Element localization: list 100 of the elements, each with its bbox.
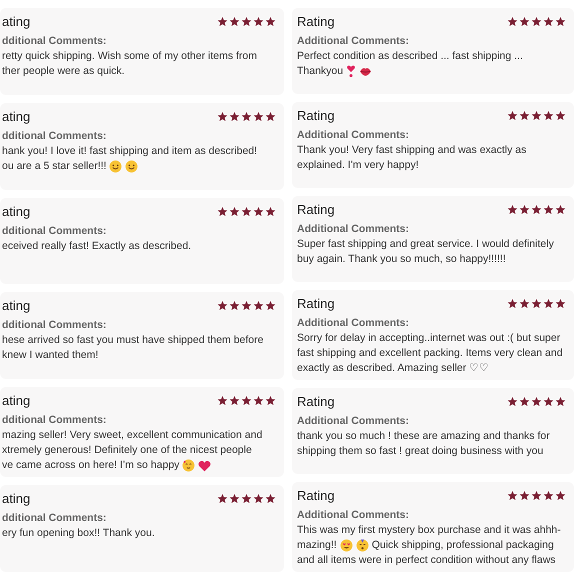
comment-text: Perfect condition as described ... fast shipping ... xyxy=(297,49,523,64)
heart-icon xyxy=(198,460,212,472)
comments-label: Additional Comments: xyxy=(297,223,410,235)
comments-label: Additional Comments: xyxy=(297,415,410,427)
star-icon xyxy=(555,204,566,215)
star-icon xyxy=(241,300,252,312)
comment-text: fast shipping and excellent packing. Items very clean and xyxy=(297,346,563,361)
star-icon xyxy=(265,395,276,406)
rating-title: ating xyxy=(2,393,30,408)
comments-label: dditional Comments: xyxy=(2,414,108,426)
comment-text: knew I wanted them! xyxy=(2,348,98,364)
star-icon xyxy=(229,395,240,406)
star-icon xyxy=(217,493,228,504)
rating-title: ating xyxy=(2,14,30,29)
comment-text: hank you! I love it! fast shipping and item as described! xyxy=(2,144,258,159)
star-icon xyxy=(531,110,542,121)
comments-label: dditional Comments: xyxy=(2,319,108,332)
comment-text: explained. I'm very happy! xyxy=(297,158,419,173)
star-icon xyxy=(265,300,276,312)
star-icon xyxy=(265,110,276,122)
rating-title: Rating xyxy=(297,488,335,503)
star-icon xyxy=(253,395,264,406)
rating-title: Rating xyxy=(297,202,335,217)
comment-text: ve came across on here! I’m so happy xyxy=(2,458,180,474)
star-icon xyxy=(519,16,530,27)
star-icon xyxy=(241,206,252,217)
comment-text: buy again. Thank you so much, so happy!!!!!! xyxy=(297,252,506,267)
star-icon xyxy=(217,110,228,122)
star-icon xyxy=(507,110,518,121)
star-icon xyxy=(241,493,252,504)
star-icon xyxy=(241,395,252,406)
comments-label: dditional Comments: xyxy=(2,224,108,237)
comment-text: eceived really fast! Exactly as described. xyxy=(2,238,192,254)
comments-label: Additional Comments: xyxy=(297,129,410,141)
comment-text: Sorry for delay in accepting..internet was out :( but super xyxy=(297,331,560,346)
star-icon xyxy=(555,16,566,27)
star-icon xyxy=(253,300,264,312)
comment-text: shipping them so fast ! great doing business with you xyxy=(297,444,544,459)
rating-title: ating xyxy=(2,491,30,506)
rating-title: Rating xyxy=(297,394,335,409)
star-icon xyxy=(507,16,518,27)
star-icon xyxy=(519,298,530,309)
star-icon xyxy=(217,16,228,27)
comment-text: exactly as described. Amazing seller ♡♡ xyxy=(297,361,490,376)
comments-label: Additional Comments: xyxy=(297,35,410,47)
comments-label: dditional Comments: xyxy=(2,35,108,47)
star-icon xyxy=(229,300,240,312)
star-icon xyxy=(229,110,240,122)
smiling-face-icon xyxy=(125,160,138,173)
star-icon xyxy=(229,206,240,217)
star-icon xyxy=(253,493,264,504)
comment-text: ou are a 5 star seller!!! xyxy=(2,158,106,174)
comment-text: This was my first mystery box purchase and it was ahhh- xyxy=(297,523,561,538)
star-icon xyxy=(543,16,554,27)
lips-icon xyxy=(359,66,372,77)
star-icon xyxy=(519,204,530,215)
comments-label: dditional Comments: xyxy=(2,130,108,142)
star-icon xyxy=(543,298,554,309)
rating-title: Rating xyxy=(297,14,335,29)
comment-text: retty quick shipping. Wish some of my other items from xyxy=(2,49,257,64)
star-icon xyxy=(253,16,264,27)
smiling-face-icon xyxy=(109,160,122,173)
star-icon xyxy=(531,490,542,501)
star-icon xyxy=(543,490,554,501)
star-icon xyxy=(507,396,518,407)
rating-title: Rating xyxy=(297,296,335,311)
rating-title: ating xyxy=(2,204,30,219)
comment-text: xtremely generous! Definitely one of the nicest people xyxy=(2,443,252,458)
star-icon xyxy=(217,395,228,406)
comment-text: hese arrived so fast you must have shipped them before xyxy=(2,333,264,348)
comment-text: Thankyou xyxy=(297,64,344,79)
comments-label: Additional Comments: xyxy=(297,509,410,521)
star-icon xyxy=(531,204,542,215)
face-with-hearts-icon xyxy=(182,459,196,472)
party-face-icon xyxy=(356,539,369,552)
star-icon xyxy=(543,110,554,121)
star-icon xyxy=(265,493,276,504)
star-icon xyxy=(253,206,264,217)
star-icon xyxy=(555,396,566,407)
comment-text: mazing seller! Very sweet, excellent communication and xyxy=(2,428,262,444)
star-icon xyxy=(555,110,566,121)
star-icon xyxy=(519,110,530,121)
star-icon xyxy=(507,490,518,501)
rating-title: Rating xyxy=(297,108,335,123)
comments-label: dditional Comments: xyxy=(2,512,108,524)
star-icon xyxy=(543,204,554,215)
comment-text: thank you so much ! these are amazing and thanks for xyxy=(297,429,550,444)
star-icon xyxy=(519,396,530,407)
star-icon xyxy=(253,110,264,122)
comment-text: Super fast shipping and great service. I would definitely xyxy=(297,237,554,252)
star-icon xyxy=(217,300,228,312)
star-icon xyxy=(265,206,276,217)
star-icon xyxy=(507,298,518,309)
comment-text: ther people were as quick. xyxy=(2,64,125,79)
star-icon xyxy=(543,396,554,407)
comment-text: and all items were in perfect condition without any flaws xyxy=(297,553,556,568)
star-icon xyxy=(241,110,252,122)
star-icon xyxy=(229,493,240,504)
star-icon xyxy=(519,490,530,501)
star-icon xyxy=(241,16,252,27)
